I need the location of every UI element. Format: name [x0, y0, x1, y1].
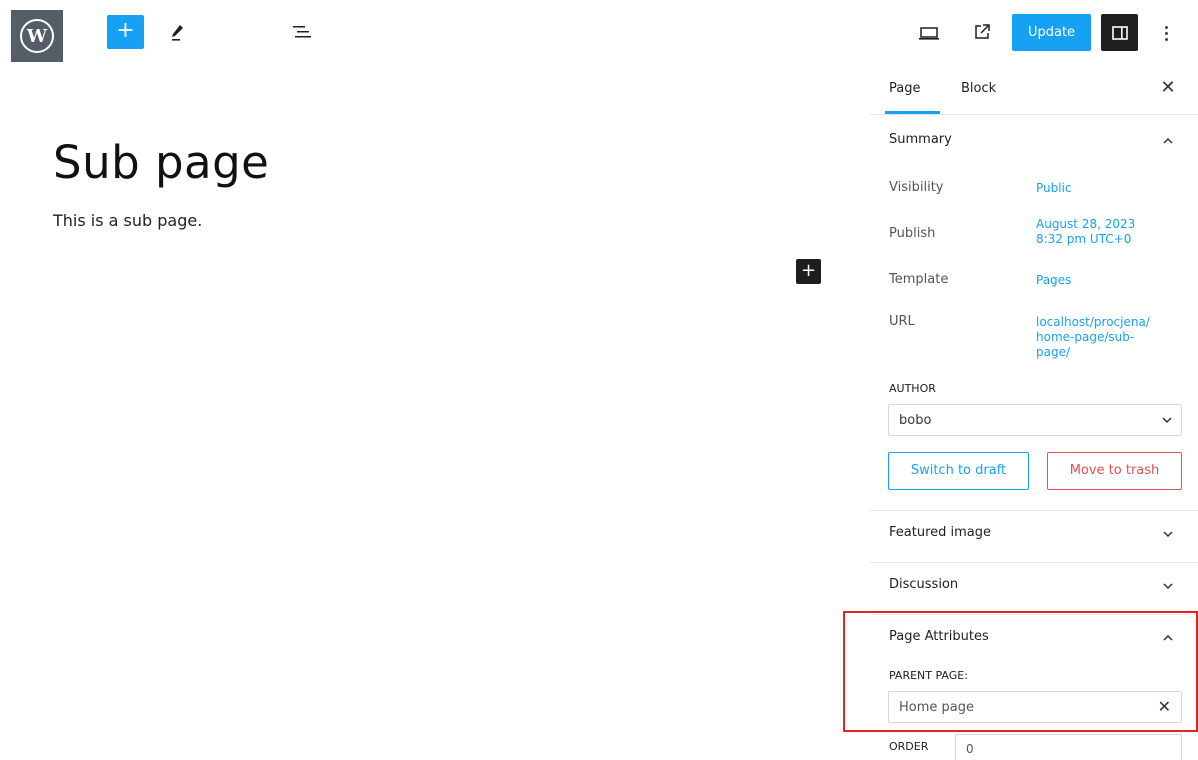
dot-icon: [1164, 31, 1168, 35]
publish-label: Publish: [889, 226, 936, 241]
template-value-link[interactable]: Pages: [1036, 273, 1071, 288]
dot-icon: [1164, 25, 1168, 29]
author-label: AUTHOR: [889, 382, 936, 395]
desktop-icon: [919, 27, 939, 40]
block-inserter-button[interactable]: +: [796, 259, 821, 284]
order-field-row: ORDER 0: [870, 734, 1198, 760]
dot-icon: [1164, 37, 1168, 41]
publish-date: August 28, 2023: [1036, 217, 1136, 231]
publish-time: 8:32 pm UTC+0: [1036, 232, 1132, 246]
view-page-button[interactable]: [968, 18, 996, 46]
url-line: home-page/sub-: [1036, 330, 1135, 344]
url-line: localhost/procjena/: [1036, 315, 1150, 329]
chevron-up-icon: [1163, 137, 1173, 144]
close-icon[interactable]: ✕: [1157, 77, 1179, 99]
order-label: ORDER: [889, 740, 929, 753]
url-label: URL: [889, 314, 915, 329]
add-block-button[interactable]: +: [107, 15, 144, 49]
order-value: 0: [966, 742, 974, 756]
editor-canvas[interactable]: Sub page This is a sub page. +: [0, 66, 838, 760]
visibility-label: Visibility: [889, 180, 944, 195]
switch-to-draft-button[interactable]: Switch to draft: [888, 452, 1029, 490]
panel-title: Summary: [889, 132, 952, 147]
pencil-icon: [172, 25, 183, 41]
external-link-icon: [975, 24, 990, 39]
tab-page[interactable]: Page: [889, 81, 920, 96]
settings-sidebar-toggle[interactable]: [1101, 14, 1138, 51]
divider: [870, 114, 1198, 115]
more-options-button[interactable]: [1156, 19, 1176, 47]
discussion-panel-header[interactable]: Discussion: [870, 577, 1198, 613]
author-select[interactable]: bobo: [888, 404, 1182, 436]
preview-button[interactable]: [915, 19, 943, 47]
chevron-down-icon: [1163, 531, 1173, 538]
featured-image-panel-header[interactable]: Featured image: [870, 525, 1198, 561]
list-view-icon: [293, 26, 311, 38]
highlight-box: [843, 611, 1198, 732]
template-label: Template: [889, 272, 949, 287]
url-link[interactable]: localhost/procjena/ home-page/sub- page/: [1036, 315, 1150, 360]
summary-panel-header[interactable]: Summary: [870, 132, 1198, 168]
publish-date-link[interactable]: August 28, 2023 8:32 pm UTC+0: [1036, 217, 1135, 247]
move-to-trash-button[interactable]: Move to trash: [1047, 452, 1182, 490]
divider: [870, 562, 1198, 563]
update-button[interactable]: Update: [1012, 14, 1091, 51]
chevron-down-icon: [1163, 583, 1173, 590]
tab-block[interactable]: Block: [961, 81, 996, 96]
order-input[interactable]: 0: [955, 734, 1182, 760]
page-title[interactable]: Sub page: [53, 136, 269, 189]
paragraph-block[interactable]: This is a sub page.: [53, 211, 202, 230]
panel-title: Featured image: [889, 525, 992, 540]
sidebar-tabs: Page Block ✕: [870, 66, 1198, 114]
top-toolbar: W + Update: [0, 0, 1198, 66]
panel-title: Discussion: [889, 577, 959, 592]
divider: [870, 510, 1198, 511]
sidebar-icon: [1111, 25, 1128, 40]
edit-tool-button[interactable]: [163, 16, 191, 48]
author-value: bobo: [899, 413, 932, 428]
document-overview-button[interactable]: [287, 16, 317, 48]
visibility-value-link[interactable]: Public: [1036, 181, 1072, 196]
chevron-down-icon: [1162, 417, 1172, 424]
wordpress-logo-button[interactable]: W: [11, 10, 63, 62]
wordpress-icon: W: [20, 19, 54, 53]
url-line: page/: [1036, 345, 1071, 359]
